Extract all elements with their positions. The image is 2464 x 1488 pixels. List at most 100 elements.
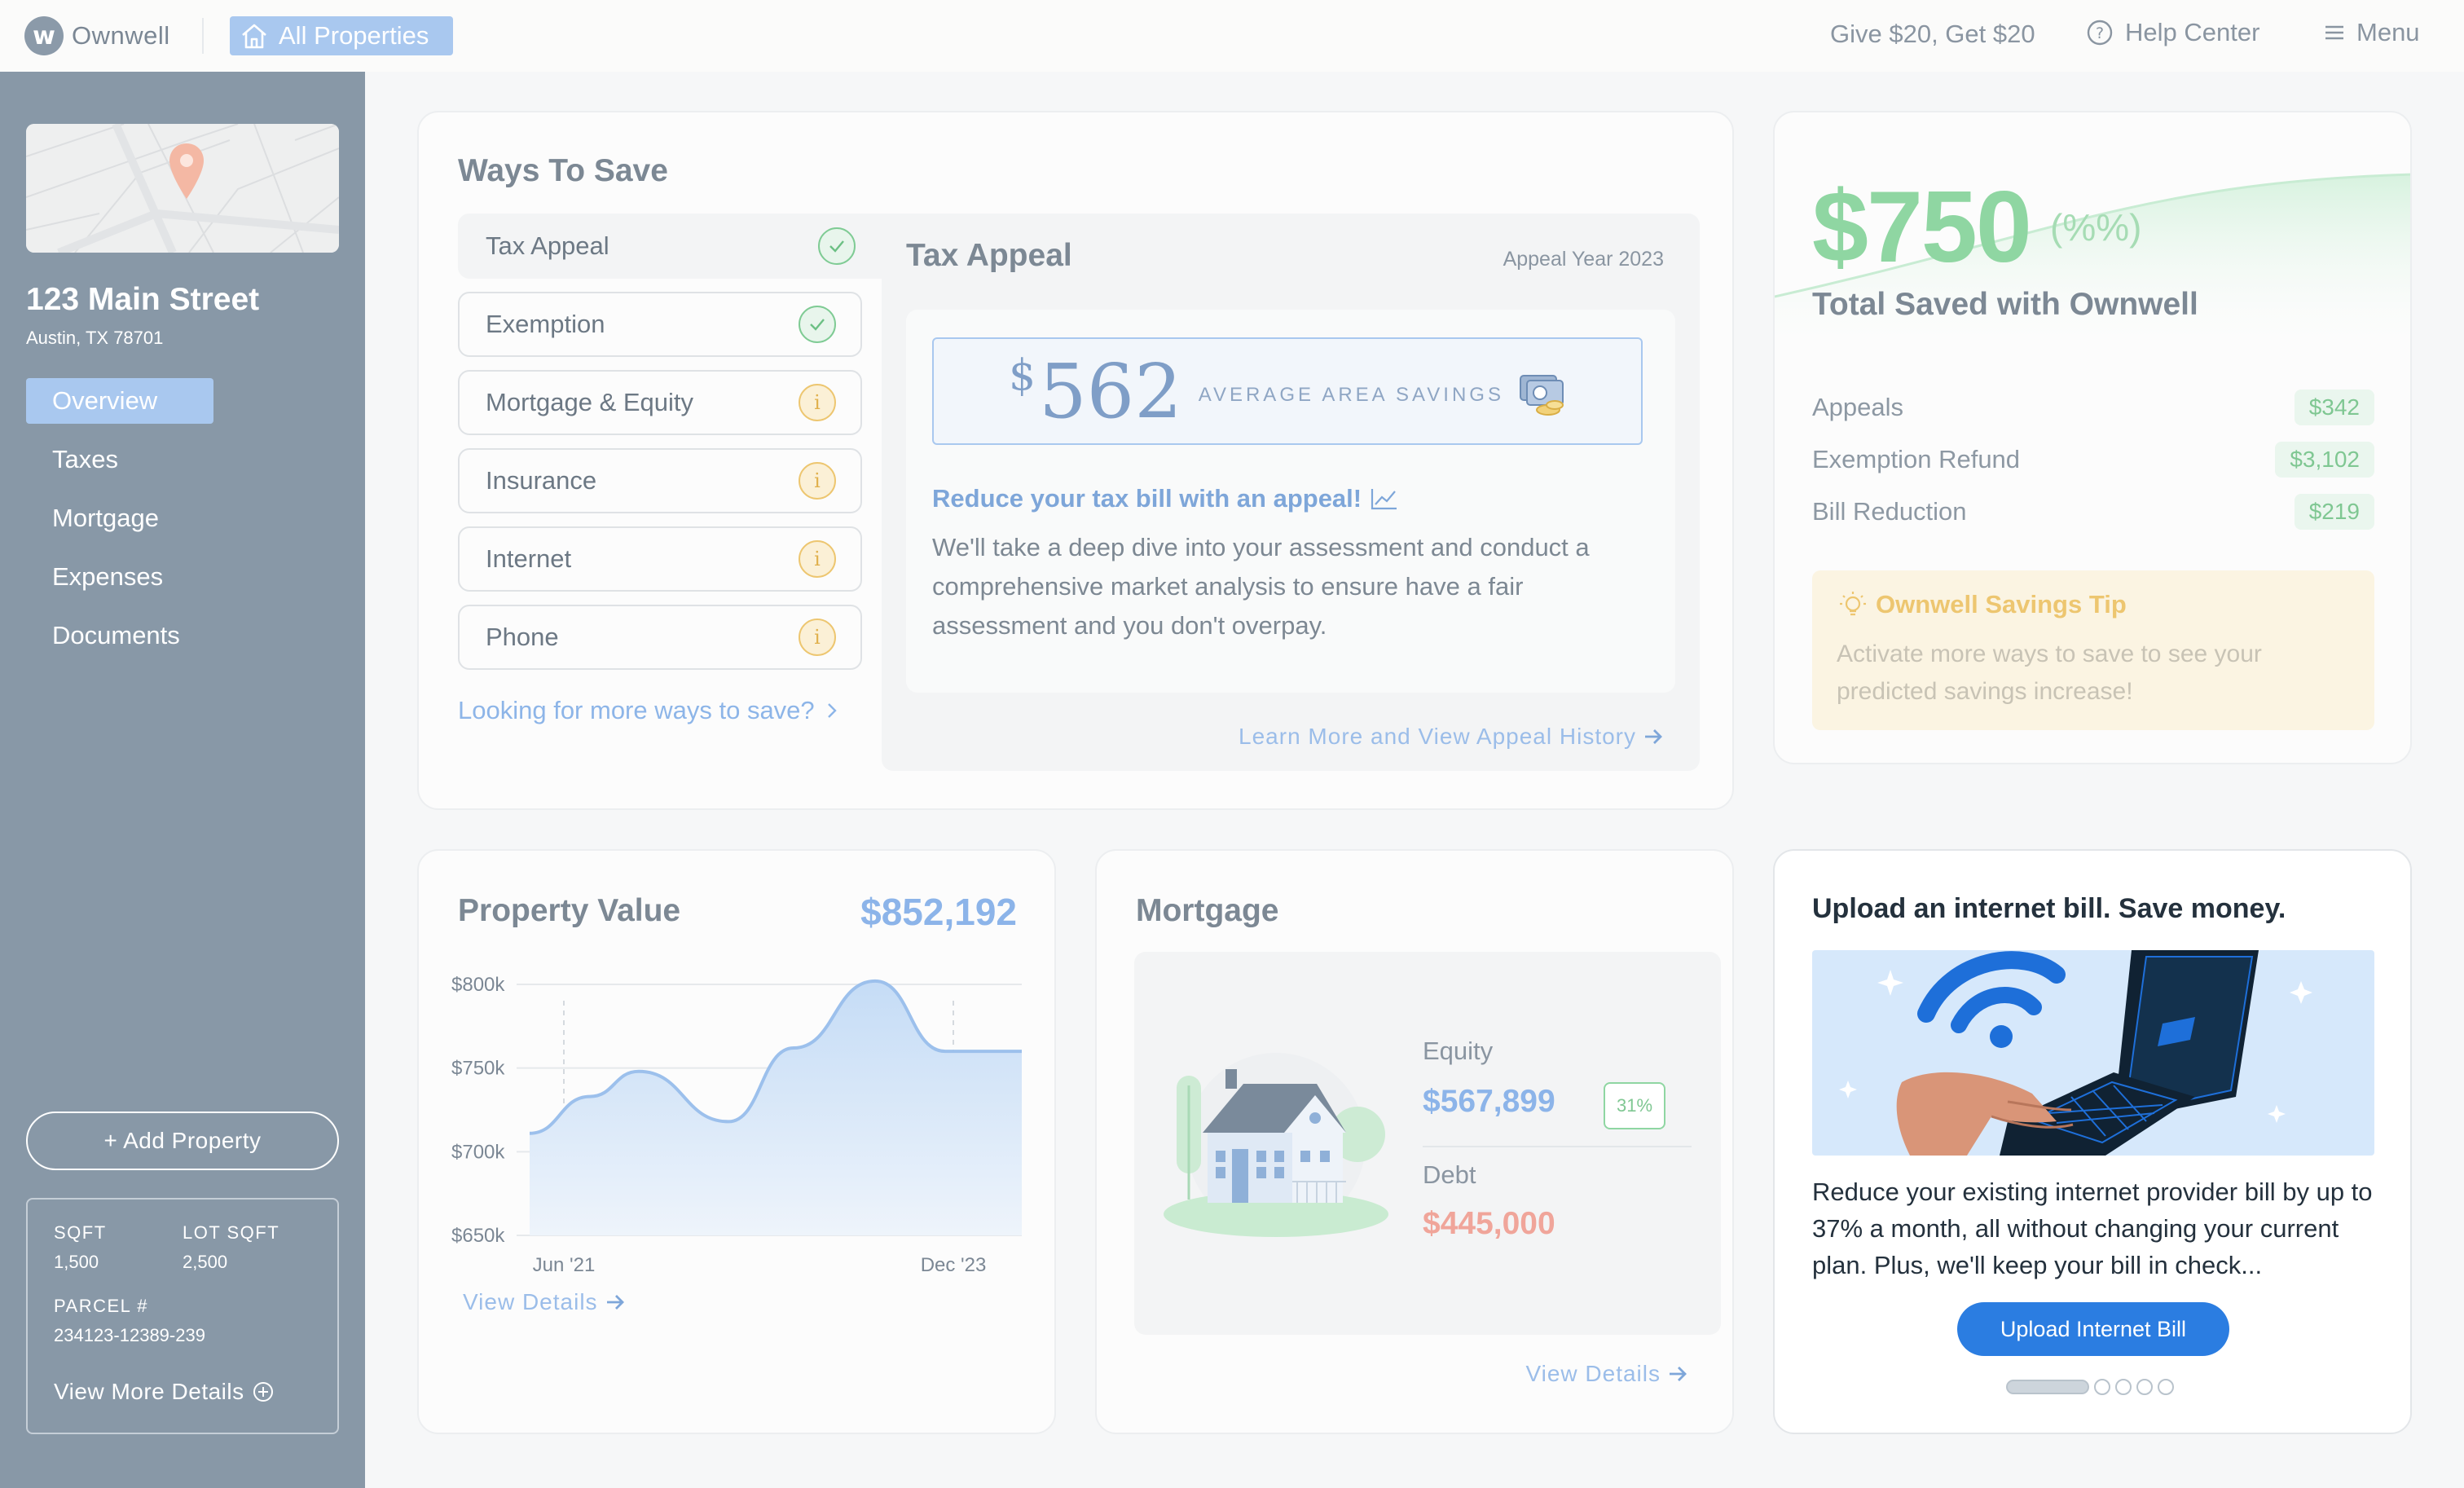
logo[interactable]: w Ownwell <box>24 16 170 55</box>
help-center-link[interactable]: ? Help Center <box>2086 18 2259 47</box>
nav-item-taxes[interactable]: Taxes <box>26 437 213 482</box>
average-savings-label: AVERAGE AREA SAVINGS <box>1198 384 1504 406</box>
currency-symbol: $ <box>1009 350 1036 400</box>
x-tick-label: Dec '23 <box>921 1254 987 1276</box>
y-tick-label: $700k <box>451 1141 505 1163</box>
add-property-button[interactable]: + Add Property <box>26 1112 339 1170</box>
property-value-details-link[interactable]: View Details <box>463 1289 626 1315</box>
chevron-right-icon <box>827 703 837 718</box>
internet-laptop-illustration <box>1812 950 2374 1156</box>
location-pin-icon <box>169 143 204 199</box>
savings-row-value: $3,102 <box>2275 442 2374 478</box>
more-ways-link[interactable]: Looking for more ways to save? <box>458 696 838 725</box>
way-item-label: Exemption <box>486 310 605 338</box>
savings-row-appeals: Appeals $342 <box>1812 381 2374 434</box>
nav-item-overview[interactable]: Overview <box>26 378 213 424</box>
upload-bill-description: Reduce your existing internet provider b… <box>1812 1178 2373 1279</box>
mortgage-panel: Equity $567,899 31% Debt $445,000 <box>1134 952 1721 1335</box>
property-value-amount: $852,192 <box>860 891 1017 933</box>
sidebar: 123 Main Street Austin, TX 78701 Overvie… <box>0 72 365 1488</box>
savings-tip-body: Activate more ways to save to see your p… <box>1837 641 2262 705</box>
carousel-dot[interactable] <box>2115 1379 2132 1395</box>
way-item-mortgage-equity[interactable]: Mortgage & Equity i <box>458 370 862 435</box>
property-details: SQFT 1,500 LOT SQFT 2,500 PARCEL # 23412… <box>26 1198 339 1434</box>
help-center-label: Help Center <box>2125 18 2260 46</box>
nav-item-mortgage[interactable]: Mortgage <box>26 495 213 541</box>
carousel-dot[interactable] <box>2136 1379 2153 1395</box>
top-bar: w Ownwell All Properties Give $20, Get $… <box>0 0 2464 72</box>
property-value-title: Property Value <box>458 893 681 928</box>
plus-circle-icon <box>253 1382 273 1402</box>
y-tick-label: $650k <box>451 1225 505 1247</box>
lot-sqft-value: 2,500 <box>183 1252 228 1272</box>
tax-appeal-title: Tax Appeal <box>906 238 1072 273</box>
savings-row-label: Bill Reduction <box>1812 497 1967 526</box>
total-saved-card: $750 (%%) Total Saved with Ownwell Appea… <box>1773 111 2412 764</box>
carousel-dot[interactable] <box>2094 1379 2110 1395</box>
lightbulb-icon <box>1840 592 1866 616</box>
view-more-details-link[interactable]: View More Details <box>54 1379 311 1405</box>
y-tick-label: $800k <box>451 974 505 996</box>
info-icon: i <box>799 619 836 656</box>
divider <box>202 18 204 54</box>
parcel-label: PARCEL # <box>54 1296 148 1316</box>
way-item-phone[interactable]: Phone i <box>458 605 862 670</box>
savings-row-label: Exemption Refund <box>1812 445 2021 473</box>
arrow-right-icon <box>1670 1367 1687 1381</box>
savings-row-exemption-refund: Exemption Refund $3,102 <box>1812 434 2374 486</box>
property-value-chart: $800k $750k $700k $650k Jun '21 Dec '23 <box>451 974 1022 1276</box>
debt-label: Debt <box>1423 1160 1476 1189</box>
ways-to-save-title: Ways To Save <box>458 153 668 188</box>
appeal-subheading: Reduce your tax bill with an appeal! <box>932 484 1399 513</box>
all-properties-button[interactable]: All Properties <box>230 16 453 55</box>
y-tick-label: $750k <box>451 1058 505 1080</box>
menu-label: Menu <box>2356 18 2420 46</box>
way-item-insurance[interactable]: Insurance i <box>458 448 862 513</box>
appeal-description: We'll take a deep dive into your assessm… <box>932 533 1590 640</box>
property-map[interactable] <box>26 124 339 253</box>
carousel-dot[interactable] <box>2158 1379 2174 1395</box>
way-item-exemption[interactable]: Exemption <box>458 292 862 357</box>
way-item-label: Tax Appeal <box>486 231 609 260</box>
savings-breakdown: Appeals $342 Exemption Refund $3,102 Bil… <box>1812 381 2374 538</box>
all-properties-label: All Properties <box>279 21 429 50</box>
home-icon <box>242 24 266 49</box>
mortgage-card: Mortgage Equity $567,899 31% Debt $445,0… <box>1095 849 1734 1434</box>
trend-chart-icon <box>1371 489 1397 510</box>
nav-item-expenses[interactable]: Expenses <box>26 554 213 600</box>
tax-appeal-content: $ 562 AVERAGE AREA SAVINGS Reduce your t… <box>906 310 1675 693</box>
menu-button[interactable]: Menu <box>2324 18 2420 47</box>
referral-link[interactable]: Give $20, Get $20 <box>1830 20 2035 49</box>
view-appeal-history-label: Learn More and View Appeal History <box>1239 724 1636 749</box>
way-item-tax-appeal[interactable]: Tax Appeal <box>458 214 882 279</box>
savings-tip-title: Ownwell Savings Tip <box>1837 588 2350 621</box>
nav-item-documents[interactable]: Documents <box>26 613 213 658</box>
tax-appeal-panel: Tax Appeal Appeal Year 2023 $ 562 AVERAG… <box>882 214 1700 771</box>
info-icon: i <box>799 384 836 421</box>
lot-sqft-label: LOT SQFT <box>183 1222 280 1243</box>
savings-tip-title-text: Ownwell Savings Tip <box>1876 590 2127 619</box>
average-savings-box: $ 562 AVERAGE AREA SAVINGS <box>932 337 1643 445</box>
way-item-label: Mortgage & Equity <box>486 388 694 416</box>
carousel-dot-active[interactable] <box>2006 1380 2089 1394</box>
debt-value: $445,000 <box>1423 1206 1555 1241</box>
equity-label: Equity <box>1423 1037 1494 1065</box>
way-item-internet[interactable]: Internet i <box>458 526 862 592</box>
svg-text:?: ? <box>2096 24 2104 42</box>
house-illustration <box>1164 1053 1388 1237</box>
total-saved-label: Total Saved with Ownwell <box>1812 287 2198 322</box>
value-area <box>530 980 1022 1235</box>
property-city: Austin, TX 78701 <box>26 328 164 348</box>
way-item-label: Insurance <box>486 466 597 495</box>
sqft-label: SQFT <box>54 1222 107 1243</box>
upload-bill-card: Upload an internet bill. Save money. Red… <box>1773 849 2412 1434</box>
equity-percent-badge: 31% <box>1604 1082 1665 1129</box>
view-appeal-history-link[interactable]: Learn More and View Appeal History <box>1239 724 1664 750</box>
mortgage-details-link[interactable]: View Details <box>1525 1361 1688 1387</box>
equity-value: $567,899 <box>1423 1084 1555 1119</box>
more-ways-label: Looking for more ways to save? <box>458 696 815 724</box>
savings-tip: Ownwell Savings Tip Activate more ways t… <box>1812 570 2374 730</box>
savings-row-label: Appeals <box>1812 393 1904 421</box>
arrow-right-icon <box>606 1295 624 1310</box>
upload-internet-bill-button[interactable]: Upload Internet Bill <box>1957 1302 2229 1356</box>
